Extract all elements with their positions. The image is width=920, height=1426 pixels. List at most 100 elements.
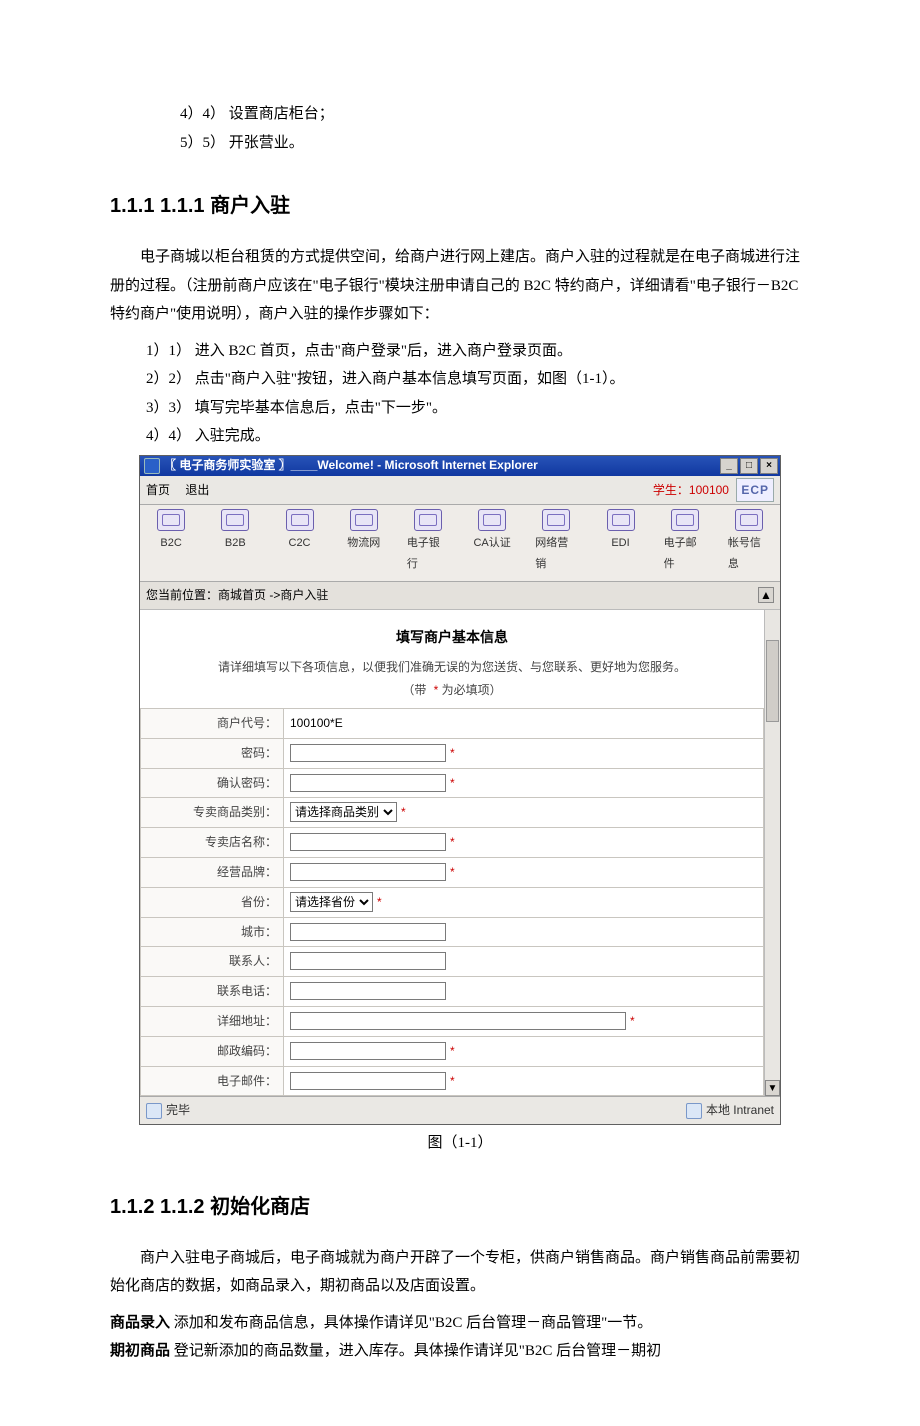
toolbar-ca[interactable]: CA认证 (471, 509, 513, 575)
status-done-icon (146, 1103, 162, 1119)
menu-home[interactable]: 首页 (146, 483, 170, 497)
asterisk: * (401, 805, 406, 819)
figure-caption: 图（1-1） (110, 1129, 810, 1158)
toolbar-label: B2C (160, 533, 181, 554)
scrollbar-down-arrow[interactable]: ▼ (765, 1080, 780, 1096)
store-name-input[interactable] (290, 833, 446, 851)
label-zip: 邮政编码： (141, 1036, 284, 1066)
label-password: 密码： (141, 738, 284, 768)
toolbar-label: 电子银行 (407, 533, 449, 575)
section2-intro: 商户入驻电子商城后，电子商城就为商户开辟了一个专柜，供商户销售商品。商户销售商品… (110, 1244, 810, 1301)
toolbar: B2C B2B C2C 物流网 电子银行 CA认证 网络营销 EDI 电子邮件 … (140, 505, 780, 582)
step-item: 4）4） 入驻完成。 (110, 422, 810, 451)
asterisk: * (450, 776, 455, 790)
asterisk: * (377, 895, 382, 909)
asterisk: * (450, 1074, 455, 1088)
logistics-icon (350, 509, 378, 531)
form-note-line2b: 为必填项） (438, 683, 501, 697)
value-merchant-code: 100100*E (284, 709, 764, 739)
c2c-icon (286, 509, 314, 531)
definition-row: 期初商品 登记新添加的商品数量，进入库存。具体操作请详见"B2C 后台管理－期初 (110, 1337, 810, 1366)
scrollbar-up-arrow[interactable]: ▲ (758, 587, 774, 603)
contact-input[interactable] (290, 952, 446, 970)
menu-exit[interactable]: 退出 (185, 483, 209, 497)
email-icon (671, 509, 699, 531)
def-term: 商品录入 (110, 1314, 170, 1331)
label-store-name: 专卖店名称： (141, 828, 284, 858)
toolbar-marketing[interactable]: 网络营销 (535, 509, 577, 575)
edi-icon (607, 509, 635, 531)
def-desc: 登记新添加的商品数量，进入库存。具体操作请详见"B2C 后台管理－期初 (170, 1343, 661, 1359)
step-item: 3）3） 填写完毕基本信息后，点击"下一步"。 (110, 394, 810, 423)
intranet-icon (686, 1103, 702, 1119)
def-term: 期初商品 (110, 1342, 170, 1359)
password-input[interactable] (290, 744, 446, 762)
toolbar-label: 网络营销 (535, 533, 577, 575)
ie-window: 〖 电子商务师实验室 〗____Welcome! - Microsoft Int… (139, 455, 781, 1126)
toolbar-b2c[interactable]: B2C (150, 509, 192, 575)
asterisk: * (630, 1014, 635, 1028)
label-province: 省份： (141, 887, 284, 917)
brand-input[interactable] (290, 863, 446, 881)
pre-list-item: 4）4） 设置商店柜台； (110, 100, 810, 129)
student-id: 100100 (689, 483, 729, 497)
toolbar-label: 帐号信息 (728, 533, 770, 575)
label-phone: 联系电话： (141, 977, 284, 1007)
province-select[interactable]: 请选择省份 (290, 892, 373, 912)
student-label-text: 学生： (653, 483, 689, 497)
zip-input[interactable] (290, 1042, 446, 1060)
account-icon (735, 509, 763, 531)
window-close-button[interactable]: × (760, 458, 778, 474)
password-confirm-input[interactable] (290, 774, 446, 792)
toolbar-logistics[interactable]: 物流网 (343, 509, 385, 575)
status-zone: 本地 Intranet (706, 1099, 774, 1122)
label-category: 专卖商品类别： (141, 798, 284, 828)
def-desc: 添加和发布商品信息，具体操作请详见"B2C 后台管理－商品管理"一节。 (170, 1315, 652, 1331)
b2b-icon (221, 509, 249, 531)
toolbar-label: B2B (225, 533, 246, 554)
city-input[interactable] (290, 923, 446, 941)
student-label: 学生：100100 (653, 483, 732, 497)
toolbar-ebank[interactable]: 电子银行 (407, 509, 449, 575)
window-titlebar: 〖 电子商务师实验室 〗____Welcome! - Microsoft Int… (140, 456, 780, 476)
ie-icon (144, 458, 160, 474)
b2c-icon (157, 509, 185, 531)
phone-input[interactable] (290, 982, 446, 1000)
toolbar-account[interactable]: 帐号信息 (728, 509, 770, 575)
label-address: 详细地址： (141, 1007, 284, 1037)
ca-icon (478, 509, 506, 531)
toolbar-label: C2C (289, 533, 311, 554)
label-password-confirm: 确认密码： (141, 768, 284, 798)
definition-row: 商品录入 添加和发布商品信息，具体操作请详见"B2C 后台管理－商品管理"一节。 (110, 1309, 810, 1338)
email-input[interactable] (290, 1072, 446, 1090)
section-heading-2: 1.1.2 1.1.2 初始化商店 (110, 1188, 810, 1226)
label-email: 电子邮件： (141, 1066, 284, 1096)
vertical-scrollbar[interactable]: ▼ (765, 610, 780, 1097)
menubar: 首页 退出 学生：100100 ECP (140, 476, 780, 506)
category-select[interactable]: 请选择商品类别 (290, 802, 397, 822)
form-note: 请详细填写以下各项信息，以便我们准确无误的为您送货、与您联系、更好地为您服务。 … (140, 656, 764, 708)
step-item: 1）1） 进入 B2C 首页，点击"商户登录"后，进入商户登录页面。 (110, 337, 810, 366)
toolbar-label: CA认证 (473, 533, 510, 554)
step-item: 2）2） 点击"商户入驻"按钮，进入商户基本信息填写页面，如图（1-1）。 (110, 365, 810, 394)
label-merchant-code: 商户代号： (141, 709, 284, 739)
statusbar: 完毕 本地 Intranet (140, 1096, 780, 1124)
scrollbar-thumb[interactable] (766, 640, 779, 722)
toolbar-edi[interactable]: EDI (599, 509, 641, 575)
merchant-form: 商户代号： 100100*E 密码： * 确认密码： * 专卖商品类别： 请选择… (140, 708, 764, 1096)
window-maximize-button[interactable]: □ (740, 458, 758, 474)
toolbar-c2c[interactable]: C2C (278, 509, 320, 575)
toolbar-label: EDI (611, 533, 629, 554)
toolbar-email[interactable]: 电子邮件 (664, 509, 706, 575)
section-heading-1: 1.1.1 1.1.1 商户入驻 (110, 187, 810, 225)
label-city: 城市： (141, 917, 284, 947)
label-brand: 经营品牌： (141, 858, 284, 888)
ecp-badge: ECP (736, 478, 774, 503)
toolbar-b2b[interactable]: B2B (214, 509, 256, 575)
toolbar-label: 物流网 (347, 533, 380, 554)
window-minimize-button[interactable]: _ (720, 458, 738, 474)
status-text: 完毕 (166, 1099, 190, 1122)
marketing-icon (542, 509, 570, 531)
asterisk: * (450, 746, 455, 760)
address-input[interactable] (290, 1012, 626, 1030)
